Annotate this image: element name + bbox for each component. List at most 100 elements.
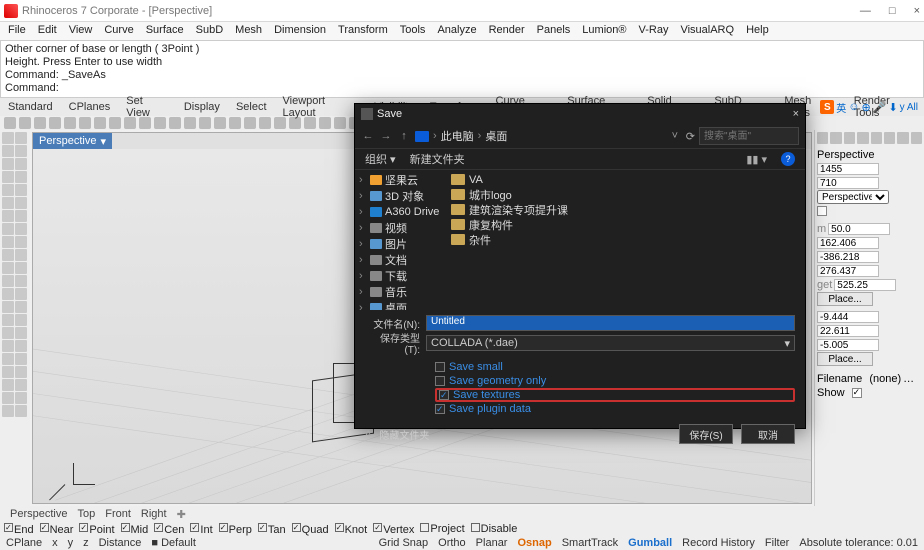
tool-icon[interactable] — [2, 301, 14, 313]
tool-icon[interactable] — [2, 223, 14, 235]
folder-item[interactable]: 康复构件 — [451, 217, 799, 232]
place-camera-button[interactable]: Place... — [817, 292, 873, 306]
panel-tab-icon[interactable] — [884, 132, 895, 144]
breadcrumb-desktop[interactable]: 桌面 — [485, 128, 507, 144]
toolbar-icon[interactable] — [109, 117, 121, 129]
tool-icon[interactable] — [15, 379, 27, 391]
tool-icon[interactable] — [2, 340, 14, 352]
ime-lang[interactable]: 英 — [836, 100, 846, 115]
tool-icon[interactable] — [15, 327, 27, 339]
osnap-project-checkbox[interactable] — [420, 523, 429, 532]
tool-icon[interactable] — [2, 249, 14, 261]
tool-icon[interactable] — [15, 171, 27, 183]
lens[interactable] — [828, 223, 890, 235]
tool-icon[interactable] — [2, 366, 14, 378]
record-history-toggle[interactable]: Record History — [682, 537, 755, 549]
tool-icon[interactable] — [15, 158, 27, 170]
place-target-button[interactable]: Place... — [817, 352, 873, 366]
tool-icon[interactable] — [2, 314, 14, 326]
nav-up-button[interactable]: ↑ — [397, 130, 411, 142]
tool-icon[interactable] — [15, 236, 27, 248]
cplane-label[interactable]: CPlane — [6, 537, 42, 549]
panel-tab-icon[interactable] — [871, 132, 882, 144]
panel-tab-icon[interactable] — [911, 132, 922, 144]
tgt-y[interactable] — [817, 325, 879, 337]
menu-visualarq[interactable]: VisualARQ — [680, 24, 734, 38]
pc-icon[interactable] — [415, 131, 429, 142]
browse-button[interactable]: … — [903, 373, 914, 385]
panel-tab-icon[interactable] — [817, 132, 828, 144]
gumball-toggle[interactable]: Gumball — [628, 537, 672, 549]
tool-icon[interactable] — [15, 210, 27, 222]
tool-icon[interactable] — [2, 405, 14, 417]
toolbar-icon[interactable] — [64, 117, 76, 129]
ime-icon[interactable]: S — [820, 100, 834, 114]
tree-node[interactable]: ›坚果云 — [359, 172, 441, 188]
planar-toggle[interactable]: Planar — [476, 537, 508, 549]
tool-icon[interactable] — [15, 366, 27, 378]
menu-tools[interactable]: Tools — [400, 24, 426, 38]
tool-icon[interactable] — [15, 353, 27, 365]
tool-icon[interactable] — [2, 145, 14, 157]
tgt-x[interactable] — [817, 311, 879, 323]
dialog-close-button[interactable]: × — [793, 108, 799, 120]
menu-file[interactable]: File — [8, 24, 26, 38]
menu-edit[interactable]: Edit — [38, 24, 57, 38]
osnap-vertex-checkbox[interactable] — [373, 523, 382, 532]
camera-w[interactable] — [817, 163, 879, 175]
add-viewport-button[interactable]: ✚ — [177, 508, 186, 521]
tool-icon[interactable] — [15, 314, 27, 326]
vp-tab-perspective[interactable]: Perspective — [10, 508, 67, 520]
tree-node[interactable]: ›桌面 — [359, 300, 441, 310]
menu-v-ray[interactable]: V-Ray — [638, 24, 668, 38]
tool-icon[interactable] — [15, 405, 27, 417]
folder-item[interactable]: 杂件 — [451, 232, 799, 247]
vp-tab-right[interactable]: Right — [141, 508, 167, 520]
menu-subd[interactable]: SubD — [196, 24, 224, 38]
option-checkbox[interactable] — [435, 376, 445, 386]
tool-icon[interactable] — [2, 262, 14, 274]
viewport-tab[interactable]: Perspective ▾ — [33, 133, 112, 149]
new-folder-button[interactable]: 新建文件夹 — [410, 151, 465, 167]
panel-tab-icon[interactable] — [830, 132, 841, 144]
osnap-int-checkbox[interactable] — [190, 523, 199, 532]
tree-node[interactable]: ›音乐 — [359, 284, 441, 300]
osnap-quad-checkbox[interactable] — [292, 523, 301, 532]
camera-h[interactable] — [817, 177, 879, 189]
tool-icon[interactable] — [2, 236, 14, 248]
toolbar-icon[interactable] — [169, 117, 181, 129]
tool-icon[interactable] — [15, 223, 27, 235]
smarttrack-toggle[interactable]: SmartTrack — [562, 537, 618, 549]
tree-node[interactable]: ›图片 — [359, 236, 441, 252]
tool-icon[interactable] — [2, 171, 14, 183]
tool-icon[interactable] — [15, 249, 27, 261]
tree-node[interactable]: ›A360 Drive — [359, 204, 441, 220]
panel-tab-icon[interactable] — [857, 132, 868, 144]
tab-cplanes[interactable]: CPlanes — [69, 101, 111, 113]
tab-select[interactable]: Select — [236, 101, 267, 113]
cmd-prompt[interactable]: Command: — [5, 82, 919, 95]
projection-select[interactable]: Perspective — [817, 190, 889, 204]
show-checkbox[interactable] — [852, 388, 862, 398]
tool-icon[interactable] — [15, 197, 27, 209]
menu-panels[interactable]: Panels — [537, 24, 571, 38]
menu-analyze[interactable]: Analyze — [437, 24, 476, 38]
crumb-dropdown[interactable]: ˅ — [668, 130, 682, 142]
tool-icon[interactable] — [15, 184, 27, 196]
osnap-tan-checkbox[interactable] — [258, 523, 267, 532]
tool-icon[interactable] — [15, 145, 27, 157]
toolbar-icon[interactable] — [19, 117, 31, 129]
lock-checkbox[interactable] — [817, 206, 827, 216]
tool-icon[interactable] — [2, 288, 14, 300]
toolbar-icon[interactable] — [199, 117, 211, 129]
save-button[interactable]: 保存(S) — [679, 424, 733, 444]
vp-tab-front[interactable]: Front — [105, 508, 131, 520]
tool-icon[interactable] — [15, 132, 27, 144]
tab-standard[interactable]: Standard — [8, 101, 53, 113]
tool-icon[interactable] — [2, 353, 14, 365]
toolbar-icon[interactable] — [4, 117, 16, 129]
tool-icon[interactable] — [2, 197, 14, 209]
osnap-toggle[interactable]: Osnap — [517, 537, 551, 549]
toolbar-icon[interactable] — [34, 117, 46, 129]
tool-icon[interactable] — [2, 327, 14, 339]
